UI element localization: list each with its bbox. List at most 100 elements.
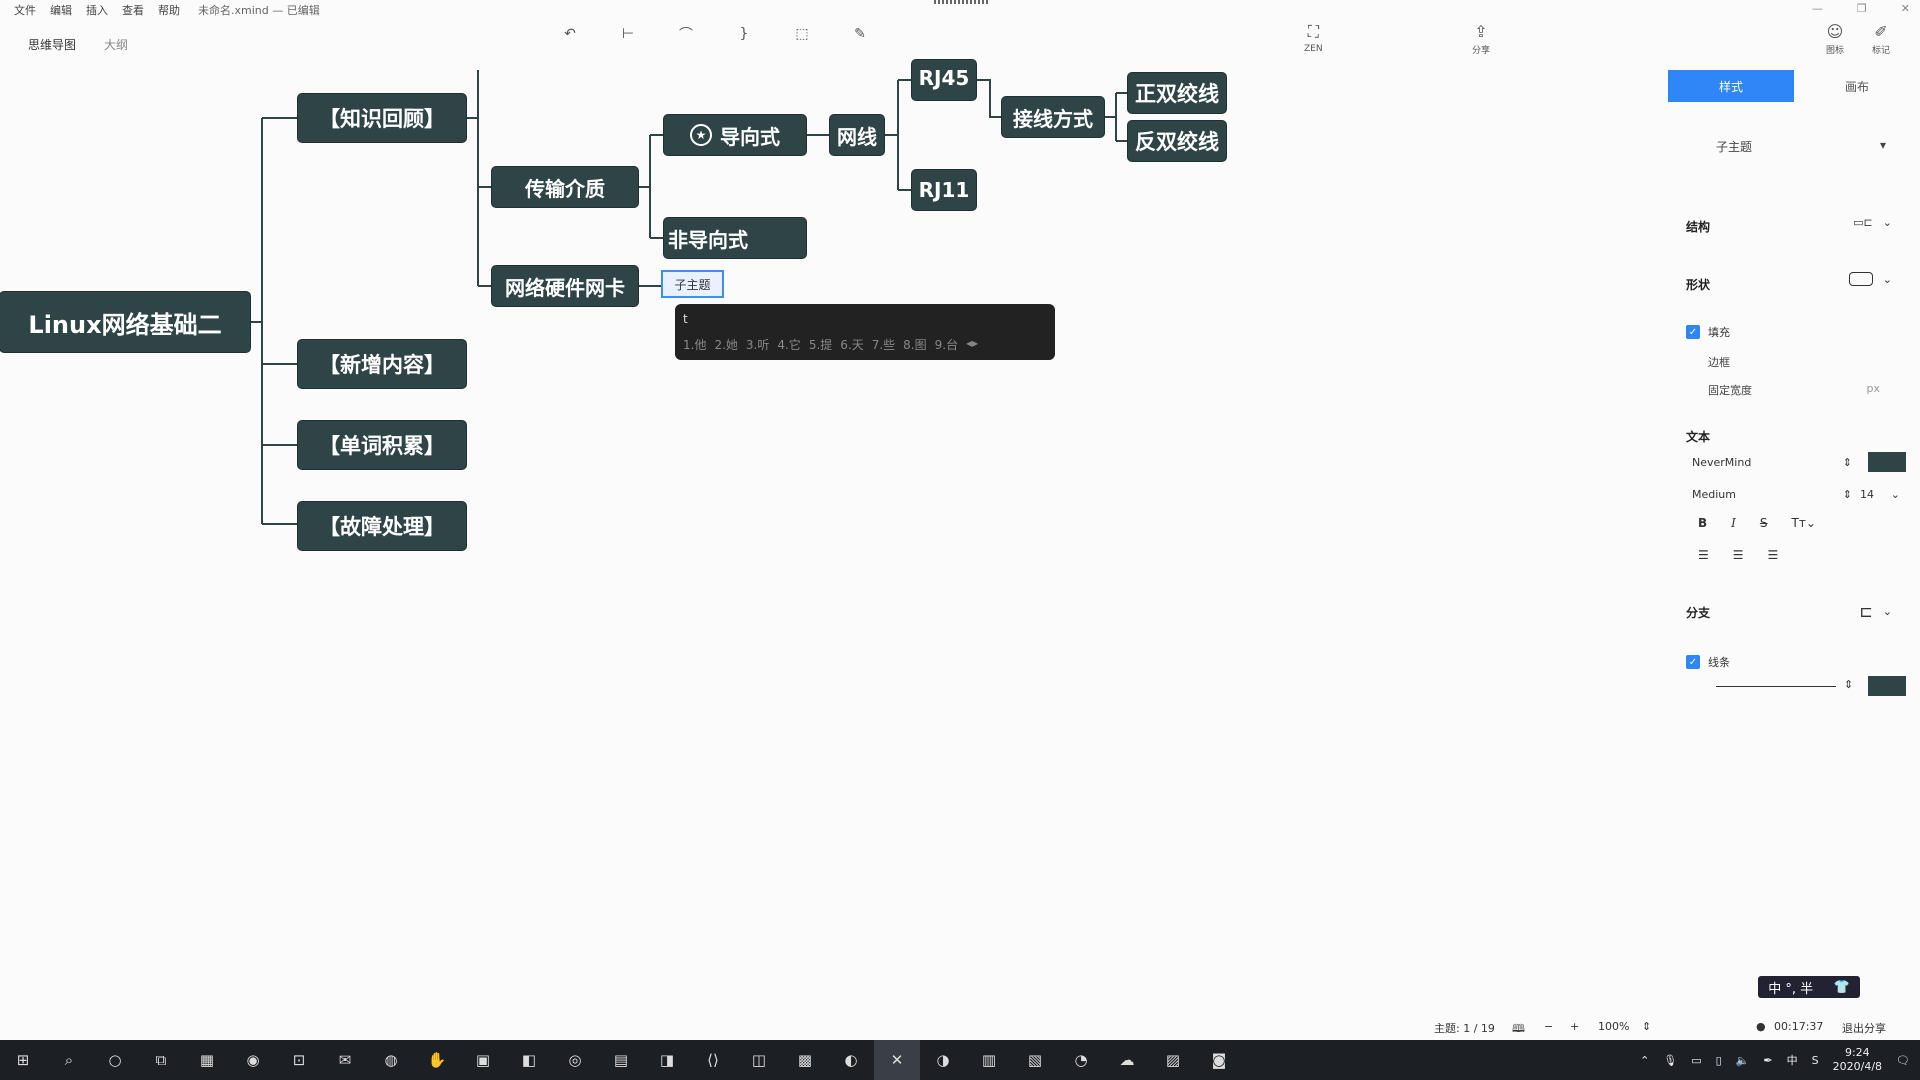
battery-icon[interactable]: ▭ bbox=[1691, 1054, 1701, 1067]
topic-crossover[interactable]: 反双绞线 bbox=[1128, 121, 1226, 161]
tab-canvas[interactable]: 画布 bbox=[1794, 70, 1920, 102]
line-color-swatch[interactable] bbox=[1868, 676, 1906, 696]
zoom-in-icon[interactable]: + bbox=[1570, 1020, 1579, 1033]
strikethrough-icon[interactable]: S bbox=[1760, 516, 1768, 530]
notification-icon[interactable]: 🗨 bbox=[1896, 1054, 1910, 1067]
exit-share-button[interactable]: 退出分享 bbox=[1842, 1020, 1886, 1036]
app-icon[interactable]: ▧ bbox=[1012, 1040, 1058, 1080]
align-left-icon[interactable]: ☰ bbox=[1698, 548, 1709, 562]
app-icon[interactable]: ◎ bbox=[552, 1040, 598, 1080]
font-family-select[interactable]: NeverMind ⇕ bbox=[1692, 456, 1852, 469]
app-icon[interactable]: ◧ bbox=[506, 1040, 552, 1080]
app-icon[interactable]: ◔ bbox=[1058, 1040, 1104, 1080]
ime-candidate[interactable]: 3.听 bbox=[746, 336, 769, 353]
app-icon[interactable]: ◙ bbox=[1196, 1040, 1242, 1080]
topic-network-card[interactable]: 网络硬件网卡 bbox=[492, 266, 638, 306]
browser-icon[interactable]: ◉ bbox=[230, 1040, 276, 1080]
line-width-select[interactable] bbox=[1716, 686, 1836, 687]
fixed-width-option[interactable]: 固定宽度 bbox=[1708, 382, 1752, 398]
app-icon[interactable]: ▩ bbox=[782, 1040, 828, 1080]
structure-select[interactable]: ▭⊏ ⌄ bbox=[1853, 216, 1892, 229]
app-icon[interactable]: ◐ bbox=[828, 1040, 874, 1080]
text-case-icon[interactable]: Tт⌄ bbox=[1792, 516, 1816, 530]
app-icon[interactable]: ▨ bbox=[1150, 1040, 1196, 1080]
app-icon[interactable]: ▥ bbox=[966, 1040, 1012, 1080]
minimize-icon[interactable]: — bbox=[1812, 2, 1823, 15]
fill-toggle[interactable]: ✓ 填充 bbox=[1686, 324, 1730, 340]
restore-icon[interactable]: ❐ bbox=[1857, 2, 1867, 15]
store-icon[interactable]: ⊡ bbox=[276, 1040, 322, 1080]
topic-guided[interactable]: ★ 导向式 bbox=[664, 115, 806, 155]
ime-candidate[interactable]: 2.她 bbox=[714, 336, 737, 353]
clock[interactable]: 9:24 2020/4/8 bbox=[1833, 1046, 1882, 1074]
ime-candidate[interactable]: 1.他 bbox=[683, 336, 706, 353]
shape-select[interactable]: ⌄ bbox=[1848, 272, 1892, 286]
ime-candidate[interactable]: 5.提 bbox=[809, 336, 832, 353]
ime-candidate[interactable]: 7.些 bbox=[872, 336, 895, 353]
app-tray-icon[interactable]: S bbox=[1812, 1054, 1819, 1067]
xmind-icon[interactable]: ✕ bbox=[874, 1040, 920, 1080]
app-icon[interactable]: ▤ bbox=[598, 1040, 644, 1080]
pin-icon: ✐ bbox=[1874, 22, 1888, 41]
central-topic[interactable]: Linux网络基础二 bbox=[0, 292, 250, 352]
mic-icon[interactable]: 🎙 bbox=[1663, 1054, 1677, 1067]
topic-rj11[interactable]: RJ11 bbox=[912, 170, 976, 210]
app-icon[interactable]: ◨ bbox=[644, 1040, 690, 1080]
ime-page-arrows[interactable]: ◂▸ bbox=[966, 336, 978, 353]
border-option[interactable]: 边框 bbox=[1708, 354, 1730, 370]
topic-new-content[interactable]: 【新增内容】 bbox=[298, 340, 466, 388]
subtopic-edit-box[interactable]: 子主题 bbox=[661, 270, 724, 298]
close-icon[interactable]: ✕ bbox=[1901, 2, 1910, 15]
topic-review[interactable]: 【知识回顾】 bbox=[298, 94, 466, 142]
topic-troubleshooting[interactable]: 【故障处理】 bbox=[298, 502, 466, 550]
updown-icon[interactable]: ⇕ bbox=[1844, 678, 1853, 691]
start-icon[interactable]: ⊞ bbox=[0, 1040, 46, 1080]
volume-icon[interactable]: 🔈 bbox=[1736, 1054, 1750, 1067]
align-right-icon[interactable]: ☰ bbox=[1768, 548, 1779, 562]
topic-style-select[interactable]: 子主题 ▾ bbox=[1716, 138, 1886, 155]
ime-candidate[interactable]: 6.天 bbox=[840, 336, 863, 353]
topic-unguided[interactable]: 非导向式 bbox=[664, 218, 806, 258]
app-icon[interactable]: ◍ bbox=[368, 1040, 414, 1080]
task-view-icon[interactable]: ⧉ bbox=[138, 1040, 184, 1080]
ime-tray-icon[interactable]: 中 bbox=[1787, 1052, 1798, 1068]
icons-button[interactable]: ☺ 图标 bbox=[1826, 22, 1844, 56]
chevron-up-icon[interactable]: ⌃ bbox=[1640, 1054, 1649, 1067]
topic-transmission-medium[interactable]: 传输介质 bbox=[492, 167, 638, 207]
pen-icon[interactable]: ✒ bbox=[1763, 1054, 1772, 1067]
zoom-updown-icon[interactable]: ⇕ bbox=[1642, 1020, 1651, 1033]
topic-straight-through[interactable]: 正双绞线 bbox=[1128, 73, 1226, 113]
topic-wiring[interactable]: 接线方式 bbox=[1002, 97, 1104, 137]
mail-icon[interactable]: ✉ bbox=[322, 1040, 368, 1080]
zoom-out-icon[interactable]: − bbox=[1544, 1020, 1553, 1033]
app-icon[interactable]: ✋ bbox=[414, 1040, 460, 1080]
tab-style[interactable]: 样式 bbox=[1668, 70, 1794, 102]
align-center-icon[interactable]: ☰ bbox=[1733, 548, 1744, 562]
ime-mode-indicator[interactable]: 中 °, 半 👕 bbox=[1758, 976, 1860, 998]
ime-candidate[interactable]: 4.它 bbox=[777, 336, 800, 353]
topic-vocabulary[interactable]: 【单词积累】 bbox=[298, 421, 466, 469]
app-icon[interactable]: ▦ bbox=[184, 1040, 230, 1080]
font-weight-select[interactable]: Medium ⇕ bbox=[1692, 488, 1852, 501]
search-icon[interactable]: ⌕ bbox=[46, 1040, 92, 1080]
app-icon[interactable]: ◫ bbox=[736, 1040, 782, 1080]
italic-icon[interactable]: I bbox=[1731, 516, 1736, 530]
bold-icon[interactable]: B bbox=[1698, 516, 1707, 530]
app-icon[interactable]: ◑ bbox=[920, 1040, 966, 1080]
topic-rj45[interactable]: RJ45 bbox=[912, 60, 976, 100]
topic-cable[interactable]: 网线 bbox=[830, 115, 884, 155]
vscode-icon[interactable]: ⟨⟩ bbox=[690, 1040, 736, 1080]
ime-candidate[interactable]: 9.台 bbox=[935, 336, 958, 353]
font-size-select[interactable]: 14 ⌄ bbox=[1860, 488, 1900, 501]
ime-candidate[interactable]: 8.图 bbox=[903, 336, 926, 353]
wechat-icon[interactable]: ☁ bbox=[1104, 1040, 1150, 1080]
branch-select[interactable]: ⊏ ⌄ bbox=[1859, 602, 1892, 621]
zoom-level[interactable]: 100% bbox=[1598, 1020, 1629, 1033]
app-icon[interactable]: ▣ bbox=[460, 1040, 506, 1080]
text-color-swatch[interactable] bbox=[1868, 452, 1906, 472]
network-icon[interactable]: ▯ bbox=[1716, 1054, 1722, 1067]
mark-button[interactable]: ✐ 标记 bbox=[1872, 22, 1890, 56]
map-icon[interactable]: 🕮 bbox=[1512, 1020, 1525, 1039]
cortana-icon[interactable]: ○ bbox=[92, 1040, 138, 1080]
line-toggle[interactable]: ✓ 线条 bbox=[1686, 654, 1730, 670]
